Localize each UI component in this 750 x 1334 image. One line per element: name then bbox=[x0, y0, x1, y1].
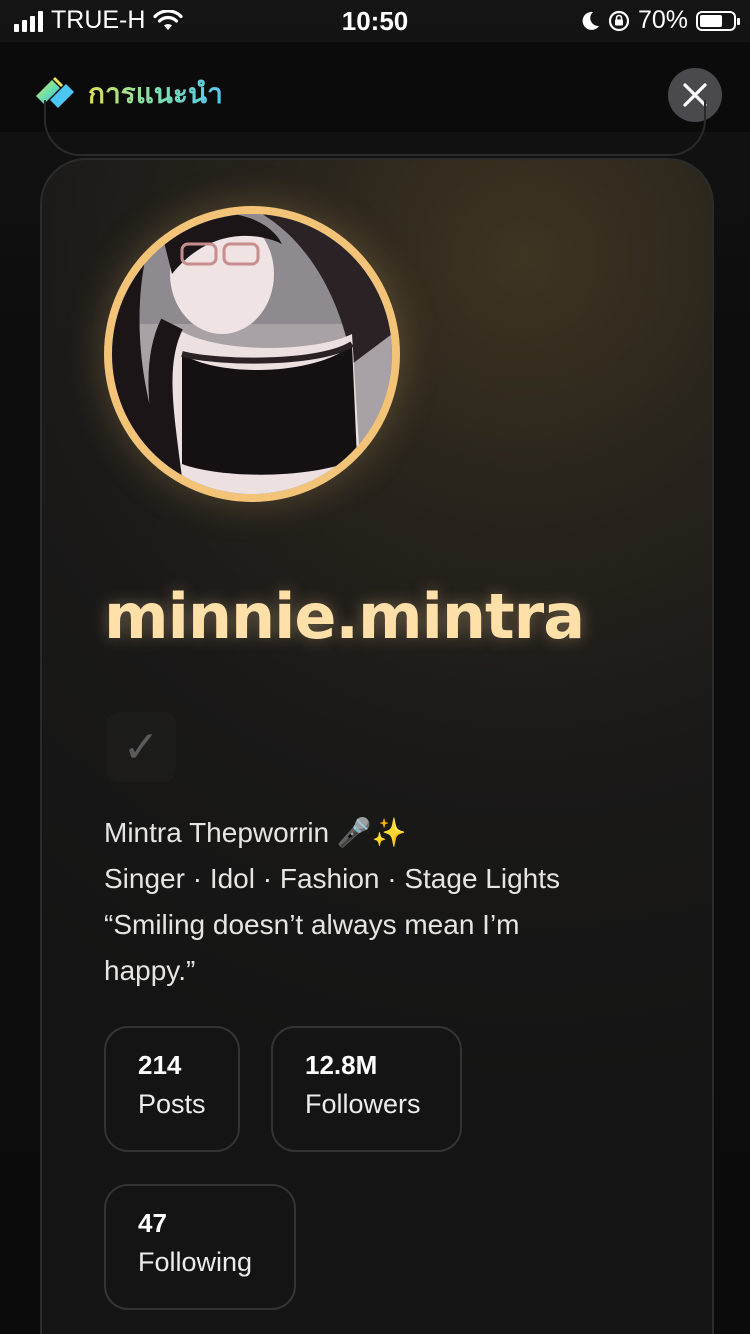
bio-line: happy.” bbox=[104, 955, 196, 986]
page: TRUE-H 10:50 70% การแนะนำ minnie.mintra … bbox=[0, 0, 750, 1334]
stat-value: 214 bbox=[138, 1050, 182, 1080]
avatar[interactable] bbox=[112, 214, 392, 494]
moon-icon bbox=[582, 11, 599, 30]
previous-card-edge bbox=[44, 100, 706, 156]
bio: Mintra Thepworrin 🎤✨ Singer · Idol · Fas… bbox=[104, 810, 624, 994]
stat-value: 47 bbox=[138, 1208, 167, 1238]
verified-check-icon: ✓ bbox=[122, 722, 160, 772]
status-bar: TRUE-H 10:50 70% bbox=[0, 0, 750, 42]
avatar-ring bbox=[104, 206, 400, 502]
bio-line: Singer · Idol · Fashion · Stage Lights bbox=[104, 863, 561, 894]
battery-level bbox=[700, 14, 723, 27]
stat-following[interactable]: 47 Following bbox=[104, 1184, 296, 1310]
orientation-lock-icon bbox=[608, 10, 630, 31]
stat-posts[interactable]: 214 Posts bbox=[104, 1026, 240, 1152]
stat-label: Posts bbox=[138, 1089, 206, 1119]
battery-percent: 70% bbox=[637, 6, 688, 34]
battery-icon bbox=[696, 10, 740, 31]
stat-value: 12.8M bbox=[305, 1050, 378, 1080]
username: minnie.mintra bbox=[104, 580, 585, 653]
bio-line: Mintra Thepworrin 🎤✨ bbox=[104, 817, 407, 848]
profile-card: minnie.mintra ✓ Mintra Thepworrin 🎤✨ Sin… bbox=[40, 158, 714, 1334]
status-right: 70% bbox=[580, 6, 740, 35]
stat-label: Followers bbox=[305, 1089, 421, 1119]
stat-label: Following bbox=[138, 1247, 253, 1277]
bio-line: “Smiling doesn’t always mean I’m bbox=[104, 909, 520, 940]
stat-followers[interactable]: 12.8M Followers bbox=[271, 1026, 462, 1152]
avatar-photo bbox=[112, 214, 392, 494]
